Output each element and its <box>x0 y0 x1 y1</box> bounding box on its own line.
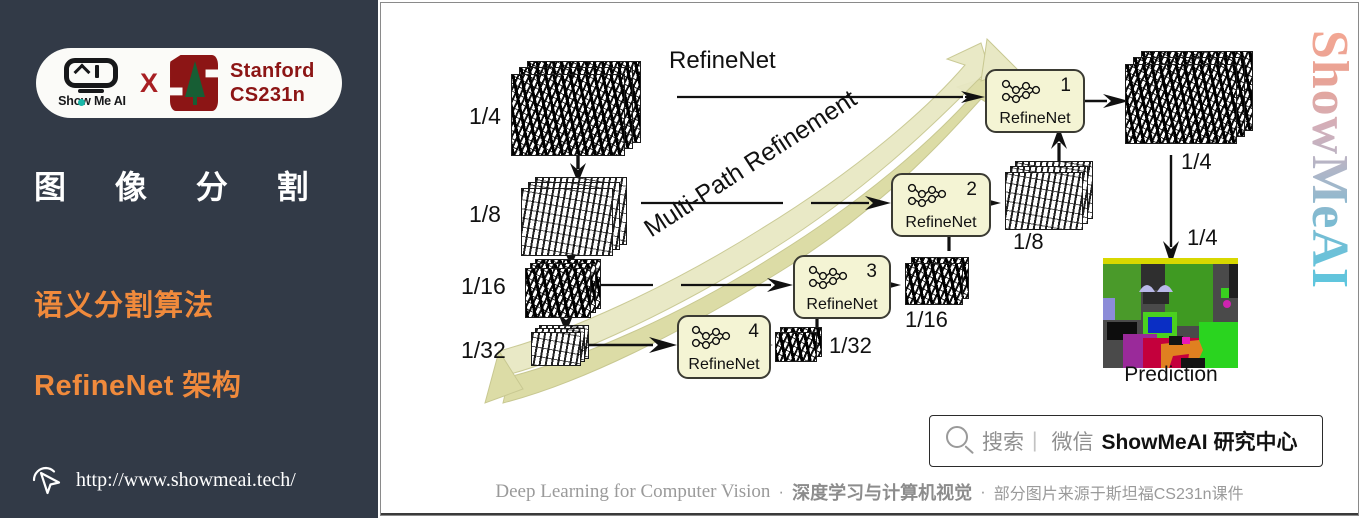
feature-map-stack-sixteenth <box>525 259 611 323</box>
footer-rule <box>381 513 1358 515</box>
feature-map-stack-thirtysecond <box>531 325 595 371</box>
refinenet-block-1-index: 1 <box>1060 75 1071 96</box>
logo-screen-shape <box>64 58 118 88</box>
scale-label-quarter: 1/4 <box>469 103 501 129</box>
scale-label-eighth: 1/8 <box>469 201 501 227</box>
refinenet-graph-icon <box>808 265 848 290</box>
partner-line-1: Stanford <box>230 59 315 82</box>
subtitle-secondary: RefineNet 架构 <box>34 370 242 402</box>
output-label-quarter: 1/4 <box>1181 149 1212 174</box>
footer-separator-1: · <box>778 482 785 501</box>
search-placeholder-text: 搜索 <box>982 431 1024 454</box>
refinenet-block-2-label: RefineNet <box>905 214 977 231</box>
cursor-icon <box>28 462 64 498</box>
refinenet-block-4-index: 4 <box>748 321 759 342</box>
refinenet-architecture-diagram: RefineNet 1/4 1/8 1/16 1/32 4 RefineNet … <box>381 3 1360 469</box>
output-map-sixteenth <box>905 257 973 307</box>
site-url-text: http://www.showmeai.tech/ <box>76 468 296 491</box>
output-map-quarter <box>1125 51 1253 149</box>
diagram-title: RefineNet <box>669 47 776 74</box>
footer-chinese-title: 深度学习与计算机视觉 <box>792 483 973 503</box>
left-panel: Show Me AI X Stanford CS231n 图 像 分 割 语义分… <box>0 0 378 518</box>
logo-bar-icon <box>95 65 99 78</box>
partner-name: Stanford CS231n <box>230 59 315 108</box>
logo-accent-dot-icon <box>77 98 85 106</box>
refinenet-block-4[interactable]: 4 RefineNet <box>677 315 771 379</box>
refinenet-block-2[interactable]: 2 RefineNet <box>891 173 991 237</box>
footer-english: Deep Learning for Computer Vision <box>495 481 771 502</box>
slide-root: Show Me AI X Stanford CS231n 图 像 分 割 语义分… <box>0 0 1361 518</box>
topic-title: 图 像 分 割 <box>34 169 329 205</box>
refinenet-block-1-label: RefineNet <box>999 110 1071 127</box>
refinenet-graph-icon <box>1001 79 1041 104</box>
partner-line-2: CS231n <box>230 84 306 106</box>
footer-bar: Deep Learning for Computer Vision · 深度学习… <box>381 469 1358 515</box>
site-url-row[interactable]: http://www.showmeai.tech/ <box>28 462 296 498</box>
search-divider: | <box>1032 429 1038 452</box>
search-channel-label: 微信 <box>1051 431 1094 454</box>
search-account-name: ShowMeAI 研究中心 <box>1101 431 1298 454</box>
wechat-search-bar[interactable]: 搜索 | 微信 ShowMeAI 研究中心 <box>929 415 1323 467</box>
footer-separator-2: · <box>980 482 986 501</box>
scale-label-sixteenth: 1/16 <box>461 273 506 299</box>
prediction-image <box>1103 258 1238 368</box>
footer-source-note: 部分图片来源于斯坦福CS231n课件 <box>993 486 1244 503</box>
show-me-ai-logo-icon: Show Me AI <box>50 56 134 110</box>
refinenet-graph-icon <box>907 183 947 208</box>
feature-map-stack-quarter <box>511 61 641 157</box>
search-icon <box>946 426 976 456</box>
refinenet-graph-icon <box>691 325 731 350</box>
brand-logo-pill: Show Me AI X Stanford CS231n <box>36 48 342 118</box>
subtitle-primary: 语义分割算法 <box>34 290 215 322</box>
output-label-thirtysecond: 1/32 <box>829 333 872 358</box>
scale-label-thirtysecond: 1/32 <box>461 337 506 363</box>
prediction-caption: Prediction <box>1124 363 1218 386</box>
cross-symbol: X <box>140 67 159 98</box>
tree-canopy-shape <box>185 61 206 97</box>
refinenet-block-4-label: RefineNet <box>688 356 760 373</box>
output-label-eighth: 1/8 <box>1013 229 1044 254</box>
output-map-thirtysecond <box>775 327 825 363</box>
refinenet-block-1[interactable]: 1 RefineNet <box>985 69 1085 133</box>
output-label-sixteenth: 1/16 <box>905 307 948 332</box>
content-panel: RefineNet 1/4 1/8 1/16 1/32 4 RefineNet … <box>380 2 1359 516</box>
stanford-tree-icon <box>185 61 206 105</box>
final-upsample-label: 1/4 <box>1187 225 1218 250</box>
refinenet-block-3[interactable]: 3 RefineNet <box>793 255 891 319</box>
show-me-ai-wordmark: Show Me AI <box>58 94 126 108</box>
refinenet-block-2-index: 2 <box>966 179 977 200</box>
feature-map-stack-eighth <box>521 177 631 261</box>
refinenet-block-3-label: RefineNet <box>806 296 878 313</box>
output-map-eighth <box>1005 161 1097 233</box>
refinenet-block-3-index: 3 <box>866 261 877 282</box>
stanford-s-logo-icon <box>166 53 222 113</box>
logo-stand-shape <box>78 89 104 93</box>
